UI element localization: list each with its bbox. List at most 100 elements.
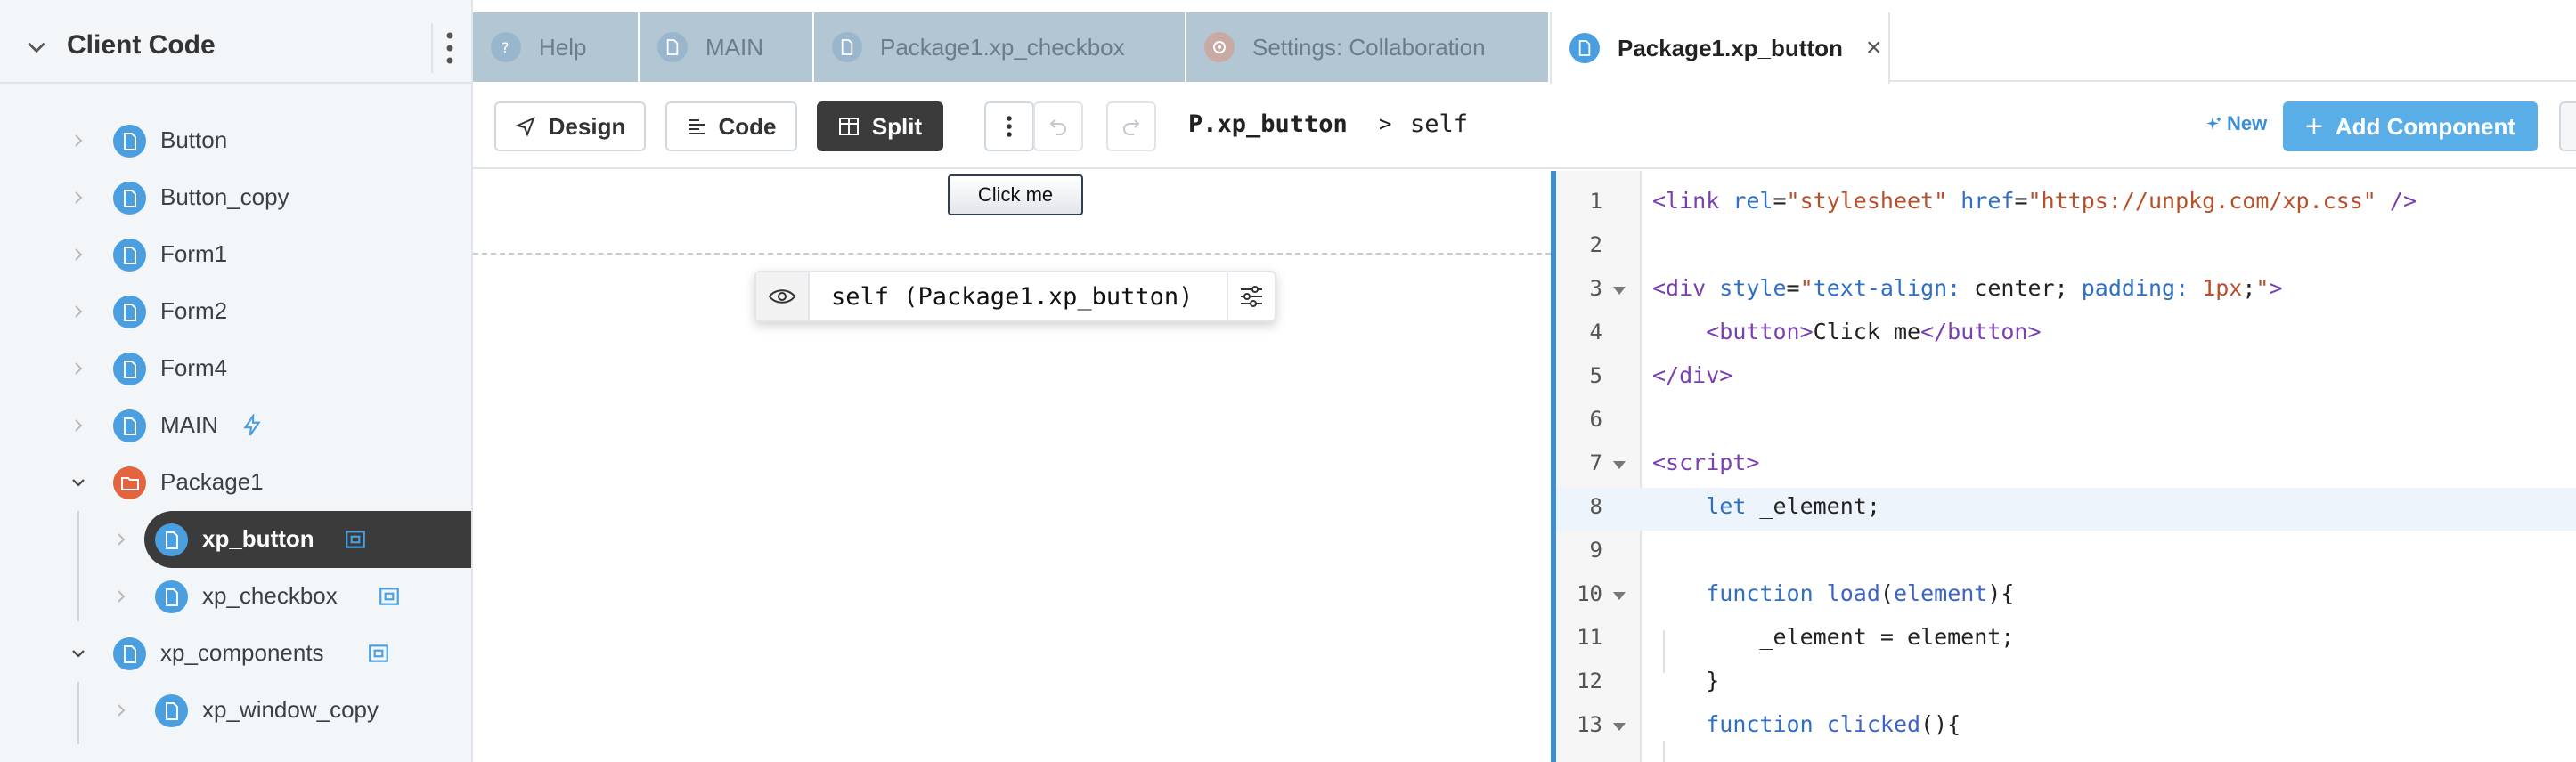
sidebar-item-form2[interactable]: Form2 — [0, 283, 471, 340]
chevron-right-icon[interactable] — [69, 246, 87, 263]
fold-arrow-icon[interactable] — [1613, 592, 1626, 600]
code-line: function load(element){ — [1706, 580, 2015, 606]
send-icon — [514, 117, 535, 137]
tab-package1-xp-button[interactable]: Package1.xp_button × — [1550, 12, 1890, 84]
help-icon: ? — [491, 32, 521, 62]
chevron-right-icon[interactable] — [112, 531, 130, 548]
more-options-icon[interactable] — [431, 23, 467, 73]
chevron-right-icon[interactable] — [69, 189, 87, 207]
chevron-right-icon[interactable] — [69, 417, 87, 434]
close-icon[interactable]: × — [1866, 33, 1882, 63]
chevron-right-icon[interactable] — [69, 303, 87, 320]
sidebar-item-label: xp_components — [160, 639, 324, 666]
file-icon — [155, 694, 188, 727]
line-number: 9 — [1589, 538, 1602, 563]
tab-label: Package1.xp_button — [1618, 34, 1843, 61]
more-vertical-icon — [1007, 116, 1012, 137]
preview-button-label: Click me — [977, 183, 1054, 206]
breadcrumb-separator: > — [1379, 111, 1392, 136]
file-icon — [657, 32, 688, 62]
undo-icon — [1049, 119, 1066, 135]
code-line: <link rel="stylesheet" href="https://unp… — [1652, 188, 2417, 214]
chevron-right-icon[interactable] — [69, 360, 87, 377]
sidebar-item-label: Button_copy — [160, 183, 289, 210]
line-number: 3 — [1589, 276, 1602, 301]
add-component-button[interactable]: + Add Component — [2283, 101, 2538, 151]
selection-label: self (Package1.xp_button) — [831, 283, 1194, 311]
line-number: 7 — [1589, 450, 1602, 475]
tab-main[interactable]: MAIN — [640, 12, 814, 82]
code-line: let _element; — [1706, 493, 1880, 519]
sidebar-item-label: Package1 — [160, 468, 264, 495]
sidebar-item-form1[interactable]: Form1 — [0, 226, 471, 283]
file-icon — [113, 637, 146, 670]
design-canvas[interactable]: Click me self (Package1.xp_button) — [473, 171, 1551, 762]
chevron-down-icon[interactable] — [25, 36, 48, 59]
sidebar-item-label: xp_window_copy — [202, 696, 379, 723]
chevron-right-icon[interactable] — [112, 588, 130, 605]
fold-arrow-icon[interactable] — [1613, 461, 1626, 469]
line-number: 8 — [1589, 494, 1602, 519]
chevron-down-icon[interactable] — [69, 474, 87, 491]
sidebar-item-form4[interactable]: Form4 — [0, 340, 471, 397]
tab-settings-collaboration[interactable]: Settings: Collaboration — [1186, 12, 1550, 82]
line-number: 5 — [1589, 363, 1602, 388]
breadcrumb-module[interactable]: P.xp_button — [1188, 110, 1348, 138]
design-button[interactable]: Design — [494, 101, 646, 151]
sidebar-title: Client Code — [67, 30, 216, 60]
code-line: function clicked(){ — [1706, 711, 1961, 737]
chevron-down-icon[interactable] — [69, 644, 87, 662]
more-button[interactable] — [984, 101, 1034, 151]
redo-button[interactable] — [1106, 101, 1156, 151]
eye-icon[interactable] — [756, 272, 810, 320]
component-icon — [379, 588, 399, 605]
code-button[interactable]: Code — [665, 101, 797, 151]
preview-click-me-button[interactable]: Click me — [948, 174, 1083, 215]
component-selection-pill[interactable]: self (Package1.xp_button) — [754, 271, 1276, 322]
sidebar-item-xp-button[interactable]: xp_button — [0, 511, 471, 568]
panel-toggle-button[interactable] — [2559, 101, 2576, 151]
line-number: 11 — [1577, 625, 1602, 650]
design-button-label: Design — [548, 112, 626, 140]
fold-arrow-icon[interactable] — [1613, 723, 1626, 731]
sliders-icon[interactable] — [1227, 272, 1275, 320]
sidebar-header: Client Code — [0, 12, 471, 84]
sidebar-item-main[interactable]: MAIN — [0, 397, 471, 454]
file-icon — [113, 353, 146, 385]
line-number: 13 — [1577, 712, 1602, 737]
sidebar-item-label: Form2 — [160, 297, 228, 324]
undo-button[interactable] — [1033, 101, 1083, 151]
chevron-right-icon[interactable] — [69, 132, 87, 150]
component-icon — [346, 531, 365, 548]
file-icon — [1569, 33, 1600, 63]
fold-arrow-icon[interactable] — [1613, 287, 1626, 295]
breadcrumb-item[interactable]: self — [1410, 110, 1468, 138]
sidebar-item-label: Form4 — [160, 354, 228, 381]
file-icon — [155, 580, 188, 613]
line-number: 10 — [1577, 581, 1602, 606]
tab-bar: ? Help MAIN Package1.xp_checkbox Setting… — [473, 12, 2576, 84]
chevron-right-icon[interactable] — [112, 701, 130, 719]
file-icon — [113, 409, 146, 442]
file-icon — [113, 296, 146, 328]
sidebar-item-label: xp_button — [202, 525, 314, 552]
tab-label: Help — [539, 33, 587, 61]
sidebar: Client Code Button Button_copy Form1 For… — [0, 0, 473, 762]
tab-package1-xp-checkbox[interactable]: Package1.xp_checkbox — [814, 12, 1186, 82]
line-number: 4 — [1589, 320, 1602, 345]
tab-help[interactable]: ? Help — [473, 12, 640, 82]
svg-text:?: ? — [501, 39, 509, 56]
split-button[interactable]: Split — [817, 101, 943, 151]
sidebar-item-xp-window-copy[interactable]: xp_window_copy — [0, 682, 471, 739]
new-link[interactable]: New — [2205, 112, 2267, 135]
split-view-icon — [838, 118, 859, 135]
code-line: } — [1652, 668, 1720, 693]
line-number: 12 — [1577, 669, 1602, 693]
sidebar-item-button[interactable]: Button — [0, 112, 471, 169]
code-editor[interactable]: 1 2 3 4 5 6 7 8 9 10 11 12 13 <link rel=… — [1551, 171, 2576, 762]
sidebar-item-package1[interactable]: Package1 — [0, 454, 471, 511]
sidebar-item-xp-components[interactable]: xp_components — [0, 625, 471, 682]
sidebar-item-button-copy[interactable]: Button_copy — [0, 169, 471, 226]
sidebar-item-xp-checkbox[interactable]: xp_checkbox — [0, 568, 471, 625]
tab-label: Package1.xp_checkbox — [880, 33, 1125, 61]
